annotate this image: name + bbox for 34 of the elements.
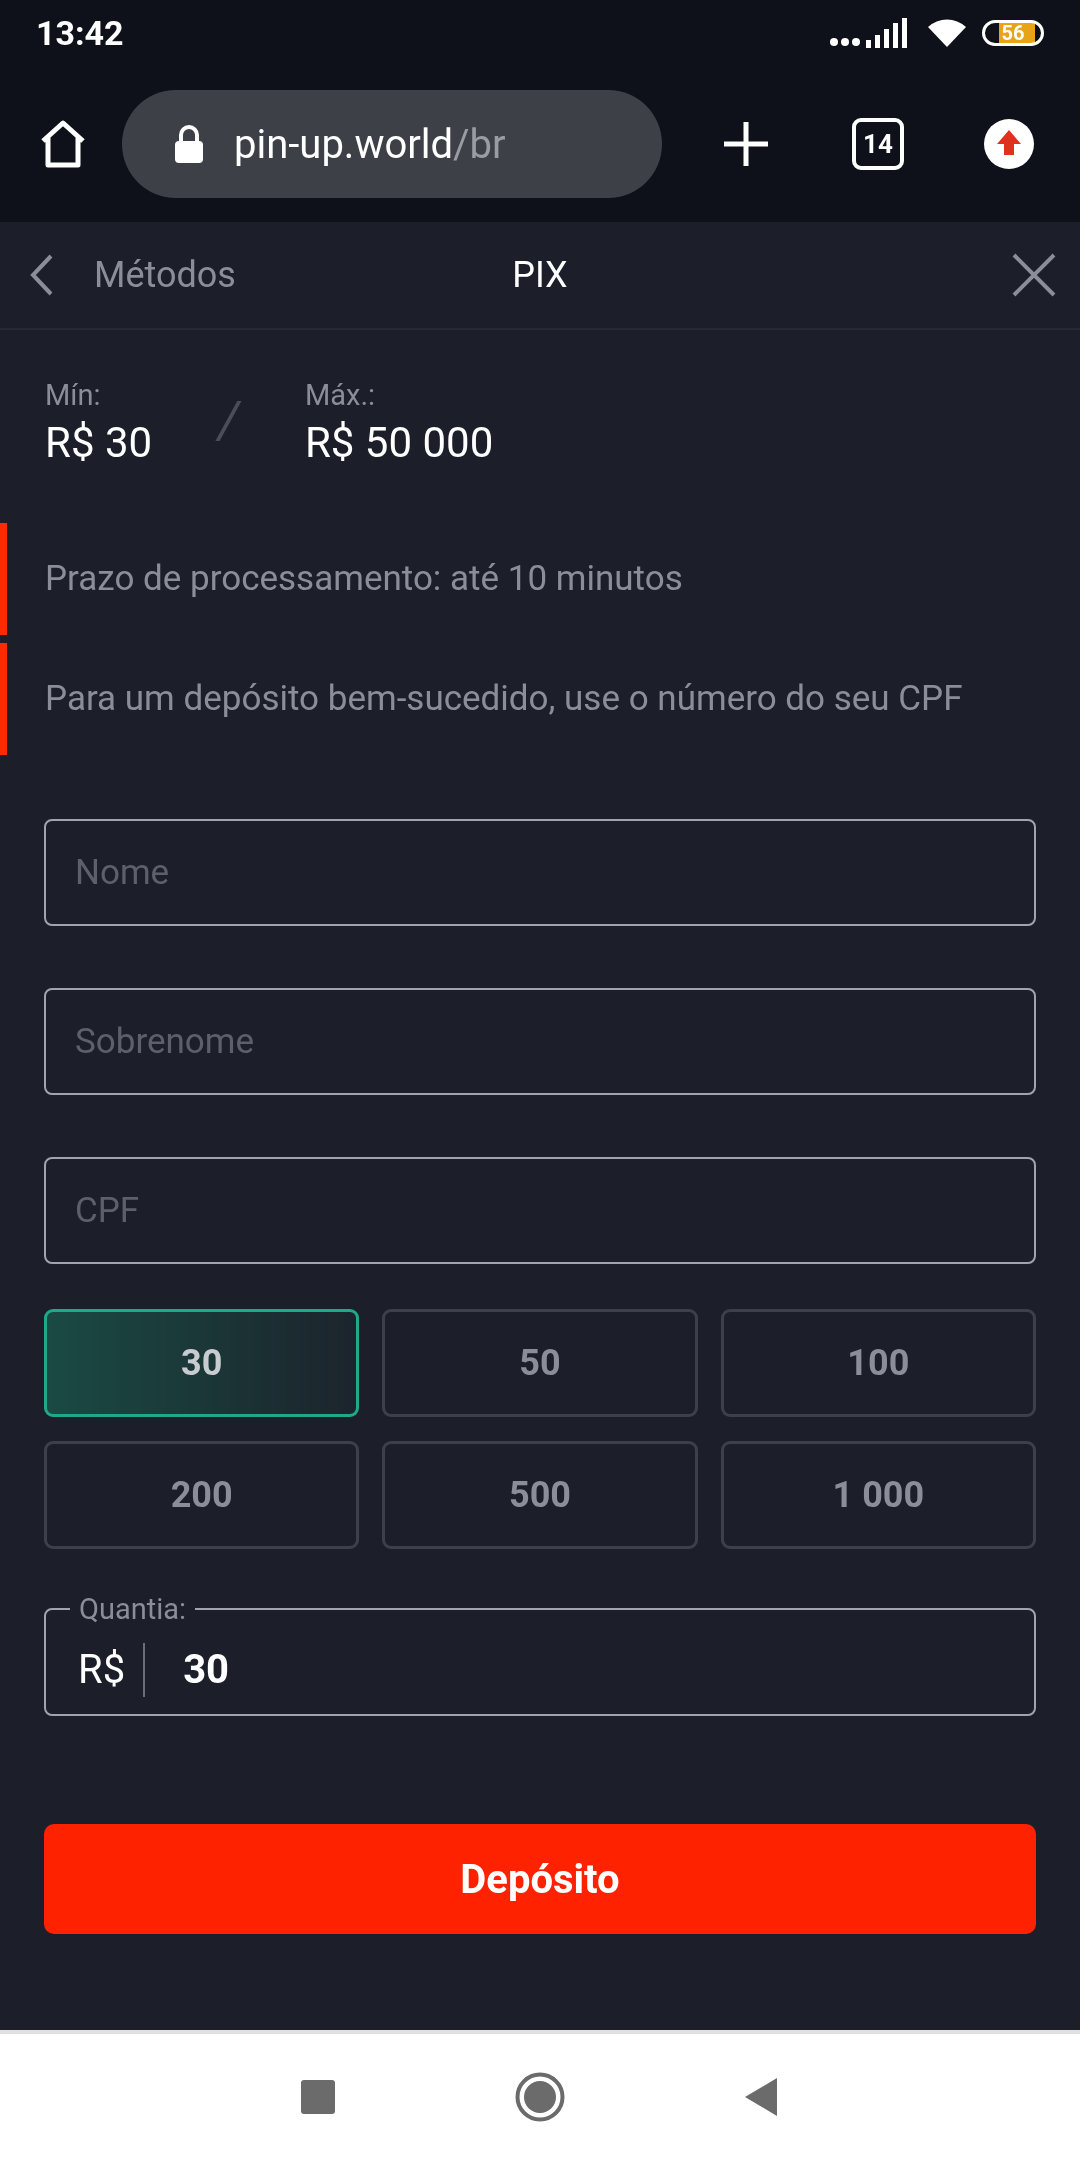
limit-label: Máx.: [304,378,377,412]
amount-value: 30 [183,1646,230,1693]
chevron-left-icon [30,254,54,296]
limit-label: Mín: [45,378,102,412]
back-button[interactable]: Métodos [30,254,236,296]
address-bar[interactable]: pin-up.world/br [122,90,662,198]
limit-value: R$ 50 000 [304,418,494,467]
wifi-icon [926,17,968,49]
home-button-icon[interactable] [515,2072,565,2122]
limit-value: R$ 30 [45,418,153,467]
page-title: PIX [512,254,568,296]
close-button[interactable] [1012,253,1056,297]
amount-option[interactable]: 100 [720,1309,1036,1417]
battery-icon: 56 [982,20,1044,46]
field-label: Quantia: [78,1593,188,1625]
input-field[interactable]: Sobrenome [44,988,1036,1095]
status-time: 13:42 [36,13,124,53]
amount-option[interactable]: 30 [44,1309,360,1417]
update-icon[interactable] [984,119,1034,169]
notice-text: Para um depósito bem-sucedido, use o número do seu CPF [0,643,1080,755]
amount-option[interactable]: 500 [382,1441,698,1549]
amount-option[interactable]: 1 000 [720,1441,1036,1549]
new-tab-icon[interactable] [724,122,768,166]
tab-counter[interactable]: 14 [852,118,904,170]
notice-text: Prazo de processamento: até 10 minutos [0,523,1080,635]
lock-icon [174,124,204,164]
amount-option[interactable]: 200 [44,1441,360,1549]
deposit-button[interactable]: Depósito [44,1824,1036,1934]
back-triangle-icon[interactable] [745,2078,779,2116]
input-field[interactable]: Nome [44,819,1036,926]
input-field[interactable]: CPF [44,1157,1036,1264]
amount-option[interactable]: 50 [382,1309,698,1417]
url-text: pin-up.world/br [234,120,506,168]
currency-label: R$ [78,1642,146,1697]
